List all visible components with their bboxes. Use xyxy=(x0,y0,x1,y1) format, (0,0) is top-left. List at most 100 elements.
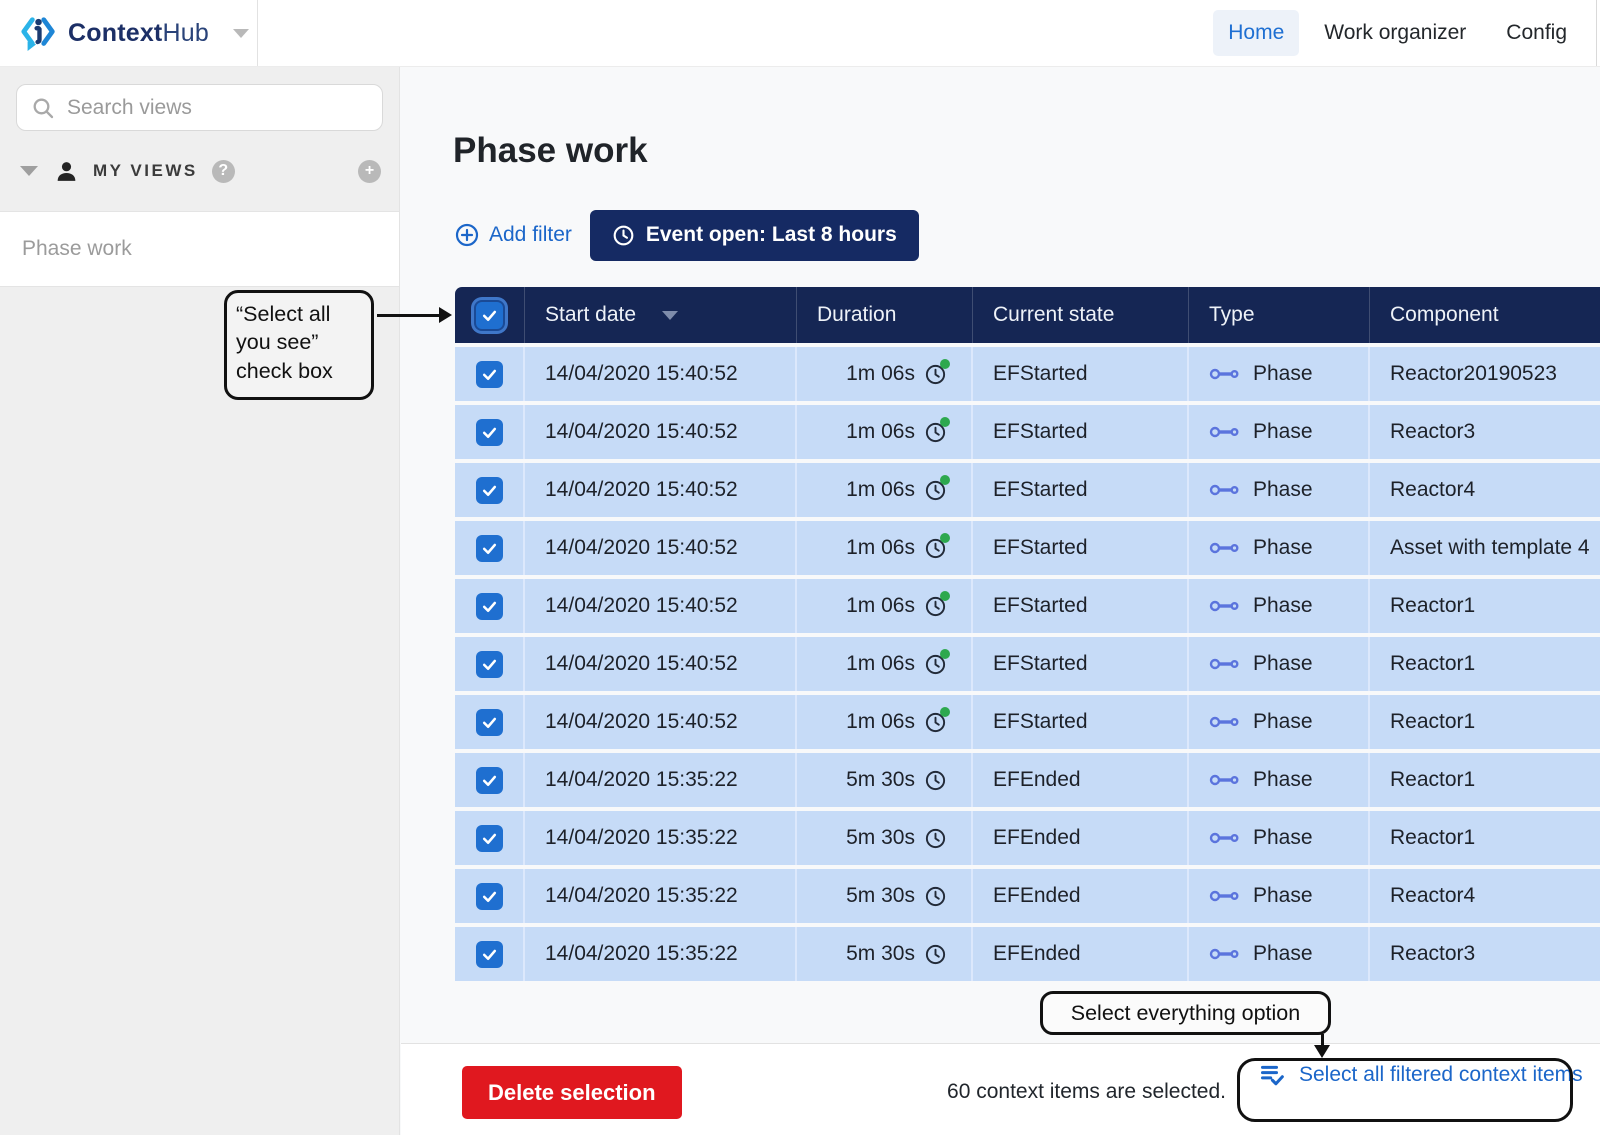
row-checkbox[interactable] xyxy=(476,419,503,446)
row-select-cell xyxy=(455,927,525,981)
duration-clock-icon xyxy=(924,595,947,618)
row-checkbox[interactable] xyxy=(476,593,503,620)
search-views-input[interactable] xyxy=(67,96,368,120)
phase-type-icon xyxy=(1209,599,1241,613)
duration-value: 5m 30s xyxy=(846,884,915,908)
table-row: 14/04/2020 15:40:52 1m 06s EFStarted Pha… xyxy=(455,695,1600,749)
select-all-visible-checkbox[interactable] xyxy=(476,302,503,329)
type-label: Phase xyxy=(1253,710,1313,734)
row-select-cell xyxy=(455,753,525,807)
cell-start-date: 14/04/2020 15:35:22 xyxy=(525,811,797,865)
duration-value: 1m 06s xyxy=(846,536,915,560)
table-row: 14/04/2020 15:40:52 1m 06s EFStarted Pha… xyxy=(455,521,1600,575)
help-icon[interactable]: ? xyxy=(212,160,235,183)
duration-clock-icon xyxy=(924,653,947,676)
cell-start-date: 14/04/2020 15:40:52 xyxy=(525,579,797,633)
row-checkbox[interactable] xyxy=(476,361,503,388)
cell-type: Phase xyxy=(1189,869,1370,923)
views-sidebar: MY VIEWS ? + Phase work xyxy=(0,67,400,1135)
row-select-cell xyxy=(455,347,525,401)
row-checkbox[interactable] xyxy=(476,535,503,562)
active-filter-chip[interactable]: Event open: Last 8 hours xyxy=(590,210,919,261)
main-content: Phase work Add filter Event open: Last 8… xyxy=(401,67,1600,1135)
row-select-cell xyxy=(455,695,525,749)
duration-clock-icon xyxy=(924,479,947,502)
row-select-cell xyxy=(455,463,525,517)
header-select-cell xyxy=(455,287,525,343)
table-row: 14/04/2020 15:40:52 1m 06s EFStarted Pha… xyxy=(455,637,1600,691)
search-views-box[interactable] xyxy=(16,84,383,131)
column-header-duration[interactable]: Duration xyxy=(797,287,973,343)
filter-bar: Add filter Event open: Last 8 hours xyxy=(455,209,919,261)
row-checkbox[interactable] xyxy=(476,477,503,504)
annotation-select-everything: Select everything option xyxy=(1040,991,1331,1035)
cell-component: Reactor1 xyxy=(1370,695,1600,749)
context-hub-logo-icon xyxy=(20,13,58,53)
table-row: 14/04/2020 15:35:22 5m 30s EFEnded Phase xyxy=(455,753,1600,807)
table-row: 14/04/2020 15:35:22 5m 30s EFEnded Phase xyxy=(455,869,1600,923)
row-checkbox[interactable] xyxy=(476,825,503,852)
nav-config[interactable]: Config xyxy=(1491,10,1582,56)
cell-duration: 1m 06s xyxy=(797,521,973,575)
type-label: Phase xyxy=(1253,478,1313,502)
brand-dropdown-caret-icon[interactable] xyxy=(233,29,249,38)
phase-type-icon xyxy=(1209,831,1241,845)
cell-type: Phase xyxy=(1189,753,1370,807)
brand-logo[interactable]: ContextHub xyxy=(0,0,258,66)
cell-type: Phase xyxy=(1189,637,1370,691)
table-header-row: Start date Duration Current state Type C… xyxy=(455,287,1600,343)
column-header-type[interactable]: Type xyxy=(1189,287,1370,343)
duration-clock-icon xyxy=(924,827,947,850)
row-checkbox[interactable] xyxy=(476,883,503,910)
cell-start-date: 14/04/2020 15:40:52 xyxy=(525,347,797,401)
annotation-arrowhead-down xyxy=(1314,1045,1330,1058)
duration-value: 5m 30s xyxy=(846,768,915,792)
sidebar-item-phase-work[interactable]: Phase work xyxy=(0,211,399,287)
cell-component: Reactor3 xyxy=(1370,927,1600,981)
type-label: Phase xyxy=(1253,884,1313,908)
column-header-start-date[interactable]: Start date xyxy=(525,287,797,343)
cell-current-state: EFEnded xyxy=(973,811,1189,865)
duration-clock-icon xyxy=(924,885,947,908)
cell-duration: 1m 06s xyxy=(797,347,973,401)
type-label: Phase xyxy=(1253,362,1313,386)
nav-work-organizer[interactable]: Work organizer xyxy=(1309,10,1481,56)
add-filter-label: Add filter xyxy=(489,223,572,247)
row-checkbox[interactable] xyxy=(476,709,503,736)
cell-component: Reactor1 xyxy=(1370,811,1600,865)
phase-type-icon xyxy=(1209,773,1241,787)
delete-selection-button[interactable]: Delete selection xyxy=(462,1066,682,1119)
duration-clock-icon xyxy=(924,769,947,792)
brand-name: ContextHub xyxy=(68,19,209,48)
cell-current-state: EFEnded xyxy=(973,927,1189,981)
phase-type-icon xyxy=(1209,425,1241,439)
clock-icon xyxy=(612,224,635,247)
row-checkbox[interactable] xyxy=(476,651,503,678)
cell-current-state: EFStarted xyxy=(973,695,1189,749)
add-view-button[interactable]: + xyxy=(358,160,381,183)
row-checkbox[interactable] xyxy=(476,767,503,794)
plus-circle-icon xyxy=(455,223,479,247)
column-header-component[interactable]: Component xyxy=(1370,287,1600,343)
phase-type-icon xyxy=(1209,483,1241,497)
running-indicator xyxy=(940,359,950,369)
cell-component: Reactor1 xyxy=(1370,753,1600,807)
collapse-caret-icon[interactable] xyxy=(20,166,38,176)
cell-type: Phase xyxy=(1189,347,1370,401)
cell-current-state: EFStarted xyxy=(973,463,1189,517)
duration-value: 1m 06s xyxy=(846,420,915,444)
duration-value: 5m 30s xyxy=(846,826,915,850)
row-checkbox[interactable] xyxy=(476,941,503,968)
running-indicator xyxy=(940,649,950,659)
cell-current-state: EFStarted xyxy=(973,579,1189,633)
nav-home[interactable]: Home xyxy=(1213,10,1299,56)
column-header-current-state[interactable]: Current state xyxy=(973,287,1189,343)
annotation-arrow-to-checkbox xyxy=(377,314,439,317)
cell-duration: 1m 06s xyxy=(797,695,973,749)
running-indicator xyxy=(940,475,950,485)
duration-clock-icon xyxy=(924,537,947,560)
table-body: 14/04/2020 15:40:52 1m 06s EFStarted Pha… xyxy=(455,347,1600,981)
type-label: Phase xyxy=(1253,826,1313,850)
cell-start-date: 14/04/2020 15:40:52 xyxy=(525,695,797,749)
add-filter-button[interactable]: Add filter xyxy=(455,223,572,247)
